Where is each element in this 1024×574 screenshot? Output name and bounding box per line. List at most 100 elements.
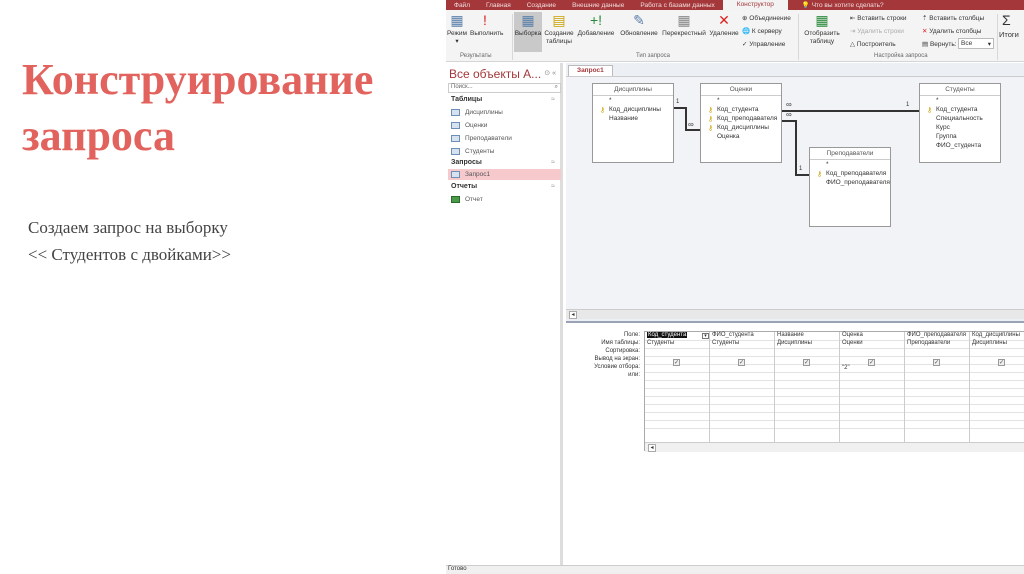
grid-column[interactable]: Код_студента ▾ Студенты ✓ (645, 332, 710, 442)
tab-design[interactable]: Конструктор (722, 0, 788, 10)
nav-item-table[interactable]: Оценки (451, 120, 561, 131)
data-definition-button[interactable]: ✓ Управление (742, 40, 785, 48)
relationship-line[interactable] (685, 107, 687, 131)
tab-create[interactable]: Создание (519, 2, 564, 9)
grid-column[interactable]: ФИО_студента Студенты ✓ (710, 332, 775, 442)
field[interactable]: Оценка (701, 132, 781, 141)
field[interactable]: ФИО_студента (920, 141, 1000, 150)
union-button[interactable]: ⊕ Объединение (742, 14, 791, 22)
nav-collapse-icon[interactable]: ⊙ « (544, 69, 556, 77)
relationship-line[interactable] (795, 120, 797, 176)
grid-column[interactable]: ФИО_преподавателя Преподаватели ✓ (905, 332, 970, 442)
field[interactable]: * (920, 96, 1000, 105)
diagram-horizontal-scrollbar[interactable]: ◂ (566, 309, 1024, 319)
field-key[interactable]: Код_преподавателя (701, 114, 781, 123)
relationship-line[interactable] (685, 129, 700, 131)
relationship-line[interactable] (782, 110, 919, 112)
builder-button[interactable]: △ Построитель (850, 40, 896, 48)
make-table-button[interactable]: ▤ Создание таблицы (544, 12, 574, 46)
field-key[interactable]: Код_студента (920, 105, 1000, 114)
grid-column[interactable]: Оценка Оценки ✓ "2" (840, 332, 905, 442)
append-button[interactable]: +! Добавление (576, 12, 616, 38)
field[interactable]: * (701, 96, 781, 105)
show-checkbox[interactable]: ✓ (803, 359, 810, 366)
grid-column[interactable]: Код_дисциплины Дисциплины ✓ (970, 332, 1024, 442)
criteria-cell[interactable]: "2" (842, 365, 850, 371)
field-key[interactable]: Код_дисциплины (701, 123, 781, 132)
scroll-left-icon[interactable]: ◂ (569, 311, 577, 319)
update-button[interactable]: ✎ Обновление (618, 12, 660, 38)
field-key[interactable]: Код_дисциплины (593, 105, 673, 114)
insert-rows-button[interactable]: ⇤ Вставить строки (850, 14, 907, 22)
table-cell[interactable]: Дисциплины (972, 340, 1007, 346)
select-query-button[interactable]: ▦ Выборка (514, 12, 542, 52)
table-box-teachers[interactable]: Преподаватели * Код_преподавателя ФИО_пр… (809, 147, 891, 227)
table-box-students[interactable]: Студенты * Код_студента Специальность Ку… (919, 83, 1001, 163)
delete-rows-button[interactable]: ⇥ Удалить строки (850, 27, 904, 35)
show-checkbox[interactable]: ✓ (998, 359, 1005, 366)
tab-database-tools[interactable]: Работа с базами данных (632, 2, 722, 9)
field-key[interactable]: Код_студента (701, 105, 781, 114)
grid-horizontal-scrollbar[interactable]: ◂ (645, 442, 1024, 452)
nav-search-input[interactable]: Поиск... ⌕ (448, 83, 561, 93)
field-cell[interactable]: Код_дисциплины (972, 332, 1020, 338)
pass-through-button[interactable]: 🌐 К серверу (742, 27, 782, 35)
tab-file[interactable]: Файл (446, 2, 478, 9)
field-cell[interactable]: Оценка (842, 332, 863, 338)
nav-header[interactable]: Все объекты A... (449, 67, 541, 81)
relationship-line[interactable] (782, 120, 796, 122)
tab-home[interactable]: Главная (478, 2, 519, 9)
update-icon: ✎ (633, 12, 645, 28)
tab-external-data[interactable]: Внешние данные (564, 2, 632, 9)
grid-column[interactable]: Название Дисциплины ✓ (775, 332, 840, 442)
nav-category-queries[interactable]: Запросы ≈ (451, 159, 559, 166)
table-box-grades[interactable]: Оценки * Код_студента Код_преподавателя … (700, 83, 782, 163)
field-cell[interactable]: Код_студента (647, 332, 688, 338)
nav-category-reports[interactable]: Отчеты ≈ (451, 183, 559, 190)
table-box-disciplines[interactable]: Дисциплины * Код_дисциплины Название (592, 83, 674, 163)
nav-item-table[interactable]: Дисциплины (451, 107, 561, 118)
show-checkbox[interactable]: ✓ (673, 359, 680, 366)
show-table-button[interactable]: ▦ Отобразить таблицу (802, 12, 842, 46)
make-table-label: Создание таблицы (544, 30, 574, 45)
show-checkbox[interactable]: ✓ (738, 359, 745, 366)
field[interactable]: * (593, 96, 673, 105)
field-cell[interactable]: ФИО_преподавателя (907, 332, 966, 338)
field-cell[interactable]: ФИО_студента (712, 332, 754, 338)
nav-item-table[interactable]: Преподаватели (451, 133, 561, 144)
delete-columns-button[interactable]: ✕ Удалить столбцы (922, 27, 981, 35)
view-button[interactable]: ▦ Режим ▾ (446, 12, 468, 46)
field[interactable]: Курс (920, 123, 1000, 132)
field-key[interactable]: Код_преподавателя (810, 169, 890, 178)
row-label-or: или: (628, 372, 640, 378)
table-cell[interactable]: Студенты (712, 340, 739, 346)
slide-title: Конструирование запроса (22, 55, 374, 160)
nav-item-query[interactable]: Запрос1 (448, 169, 561, 180)
field[interactable]: * (810, 160, 890, 169)
dropdown-icon[interactable]: ▾ (702, 333, 709, 339)
nav-item-report[interactable]: Отчет (451, 194, 561, 205)
relationship-line[interactable] (795, 174, 809, 176)
nav-category-tables[interactable]: Таблицы ≈ (451, 96, 559, 103)
crosstab-button[interactable]: ▦ Перекрестный (660, 12, 708, 38)
table-cell[interactable]: Оценки (842, 340, 863, 346)
nav-item-table[interactable]: Студенты (451, 146, 561, 157)
field-cell[interactable]: Название (777, 332, 804, 338)
show-checkbox[interactable]: ✓ (933, 359, 940, 366)
delete-query-button[interactable]: ✕ Удаление (708, 12, 740, 38)
field[interactable]: Название (593, 114, 673, 123)
show-checkbox[interactable]: ✓ (868, 359, 875, 366)
insert-columns-button[interactable]: ⇡ Вставить столбцы (922, 14, 984, 22)
totals-button[interactable]: Σ Итоги (999, 12, 1024, 39)
query-document-tab[interactable]: Запрос1 (568, 65, 613, 76)
return-select[interactable]: Все ▾ (958, 38, 994, 49)
table-cell[interactable]: Преподаватели (907, 340, 950, 346)
scroll-left-icon[interactable]: ◂ (648, 444, 656, 452)
field[interactable]: ФИО_преподавателя (810, 178, 890, 187)
run-button[interactable]: ! Выполнить (470, 12, 503, 38)
table-cell[interactable]: Студенты (647, 340, 674, 346)
tell-me-search[interactable]: 💡 Что вы хотите сделать? (794, 1, 892, 9)
table-cell[interactable]: Дисциплины (777, 340, 812, 346)
field[interactable]: Группа (920, 132, 1000, 141)
field[interactable]: Специальность (920, 114, 1000, 123)
